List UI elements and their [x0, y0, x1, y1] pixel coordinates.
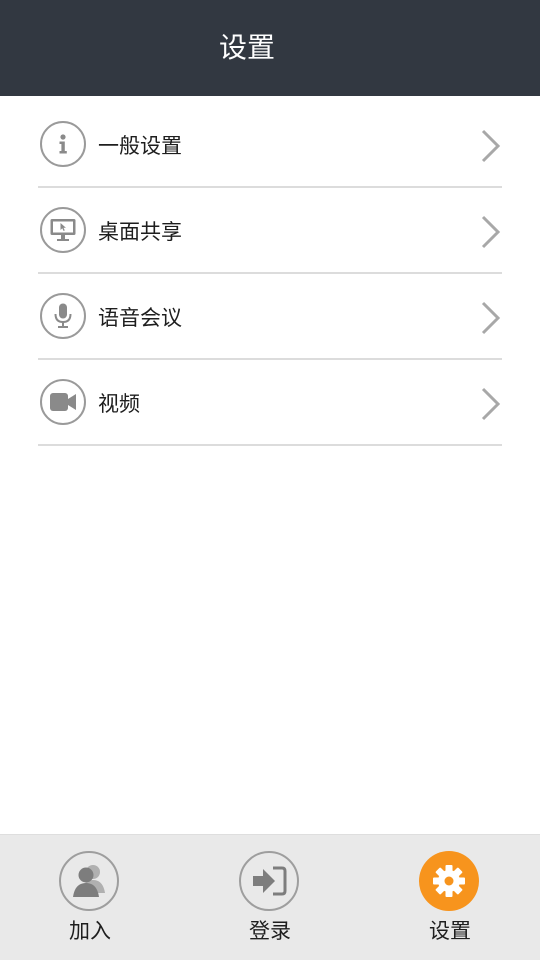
- page-title: 设置: [218, 31, 275, 64]
- menu-item-desktop-sharing[interactable]: 桌面共享: [38, 188, 502, 274]
- tab-join[interactable]: 加入: [20, 835, 160, 960]
- monitor-icon: [40, 207, 86, 253]
- settings-screen: 设置 一般设置 桌面共享 语音会议 视频 加入 登录 设置: [0, 0, 540, 960]
- user-join-icon: [59, 851, 119, 911]
- menu-item-label: 语音会议: [98, 306, 182, 330]
- menu-item-label: 桌面共享: [98, 220, 182, 244]
- settings-menu-list: 一般设置 桌面共享 语音会议 视频: [38, 102, 502, 446]
- video-camera-icon: [40, 379, 86, 425]
- chevron-right-icon: [481, 215, 501, 249]
- chevron-right-icon: [481, 129, 501, 163]
- menu-item-label: 一般设置: [98, 134, 182, 158]
- bottom-tab-bar: 加入 登录 设置: [0, 834, 540, 960]
- menu-item-general-settings[interactable]: 一般设置: [38, 102, 502, 188]
- header-bar: 设置: [0, 0, 540, 96]
- tab-label: 登录: [249, 919, 291, 943]
- tab-login[interactable]: 登录: [200, 835, 340, 960]
- tab-label: 设置: [429, 919, 471, 943]
- menu-item-voice-conference[interactable]: 语音会议: [38, 274, 502, 360]
- login-icon: [239, 851, 299, 911]
- chevron-right-icon: [481, 301, 501, 335]
- microphone-icon: [40, 293, 86, 339]
- menu-item-label: 视频: [98, 392, 140, 416]
- menu-item-video[interactable]: 视频: [38, 360, 502, 446]
- gear-icon: [419, 851, 479, 911]
- tab-settings[interactable]: 设置: [380, 835, 520, 960]
- info-icon: [40, 121, 86, 167]
- chevron-right-icon: [481, 387, 501, 421]
- tab-label: 加入: [69, 919, 111, 943]
